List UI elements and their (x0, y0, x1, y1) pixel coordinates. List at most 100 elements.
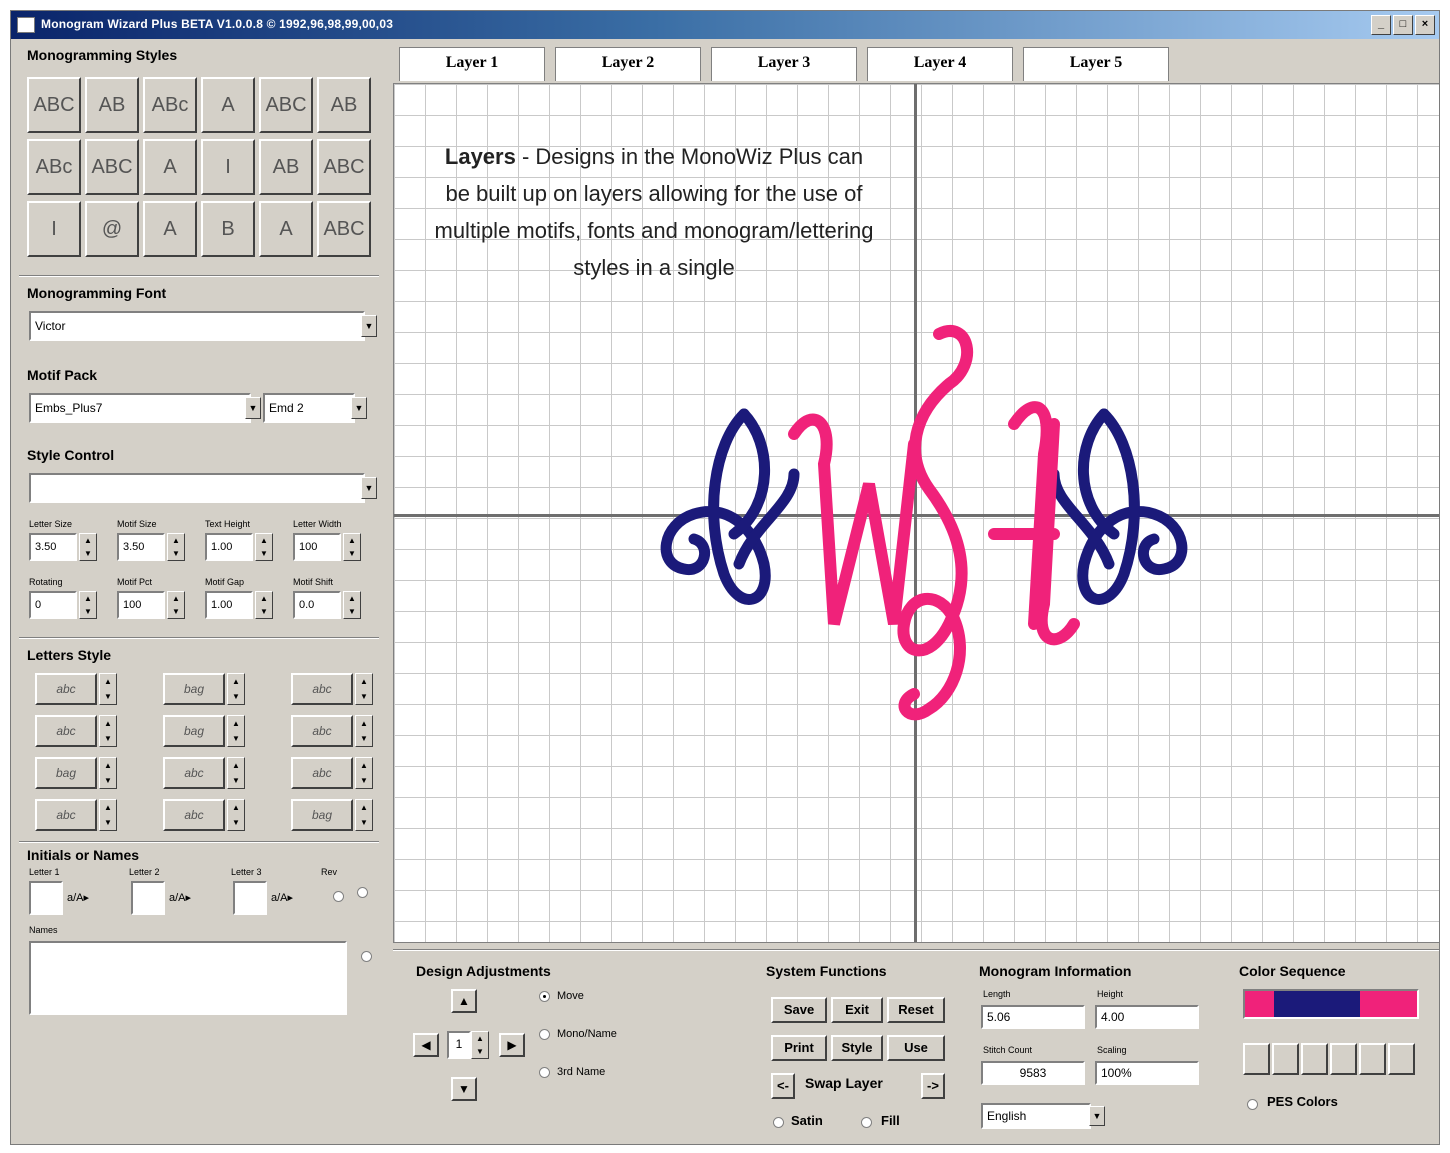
style-button-15[interactable]: A (143, 201, 197, 257)
param-input[interactable]: 3.50 (117, 533, 165, 561)
initial-1-case-toggle[interactable]: a/A▸ (67, 891, 89, 904)
length-field[interactable]: 5.06 (981, 1005, 1085, 1029)
letter-style-button[interactable]: bag (35, 757, 97, 789)
letter-style-spinner[interactable]: ▲ ▼ (99, 757, 117, 789)
design-canvas[interactable]: Layers - Designs in the MonoWiz Plus can… (393, 83, 1439, 943)
rev-radio[interactable] (333, 891, 344, 902)
letter-style-button[interactable]: bag (163, 715, 225, 747)
letter-style-button[interactable]: abc (291, 757, 353, 789)
style-button-7[interactable]: ABc (27, 139, 81, 195)
close-button[interactable]: × (1415, 15, 1435, 35)
color-swatch[interactable] (1331, 991, 1360, 1017)
param-spinner[interactable]: ▲ ▼ (167, 591, 185, 619)
letter-style-spinner[interactable]: ▲ ▼ (355, 715, 373, 747)
letter-style-button[interactable]: bag (163, 673, 225, 705)
initial-1-input[interactable] (29, 881, 63, 915)
style-button-9[interactable]: A (143, 139, 197, 195)
fill-radio[interactable] (861, 1117, 872, 1128)
style-button-4[interactable]: A (201, 77, 255, 133)
color-swatch[interactable] (1302, 991, 1331, 1017)
move-radio[interactable] (539, 991, 550, 1002)
style-control-arrow[interactable]: ▼ (361, 477, 377, 499)
pes-colors-radio[interactable] (1247, 1099, 1258, 1110)
reset-button[interactable]: Reset (887, 997, 945, 1023)
font-select[interactable]: Victor (29, 311, 365, 341)
initial-3-input[interactable] (233, 881, 267, 915)
letter-style-spinner[interactable]: ▲ ▼ (99, 799, 117, 831)
step-spinner[interactable]: ▲ ▼ (471, 1031, 489, 1059)
style-button-3[interactable]: ABc (143, 77, 197, 133)
names-radio[interactable] (361, 951, 372, 962)
letter-style-spinner[interactable]: ▲ ▼ (227, 673, 245, 705)
tab-layer-4[interactable]: Layer 4 (867, 47, 1013, 81)
param-input[interactable]: 3.50 (29, 533, 77, 561)
letter-style-spinner[interactable]: ▲ ▼ (355, 757, 373, 789)
style-button-11[interactable]: AB (259, 139, 313, 195)
param-input[interactable]: 0.0 (293, 591, 341, 619)
style-button[interactable]: Style (831, 1035, 883, 1061)
style-button-8[interactable]: ABC (85, 139, 139, 195)
move-left-button[interactable]: ◀ (413, 1033, 439, 1057)
print-button[interactable]: Print (771, 1035, 827, 1061)
param-input[interactable]: 100 (293, 533, 341, 561)
letter-style-button[interactable]: abc (291, 673, 353, 705)
param-spinner[interactable]: ▲ ▼ (343, 533, 361, 561)
letter-style-button[interactable]: abc (163, 799, 225, 831)
rev-radio-2[interactable] (357, 887, 368, 898)
exit-button[interactable]: Exit (831, 997, 883, 1023)
tab-layer-1[interactable]: Layer 1 (399, 47, 545, 81)
motif-number-arrow[interactable]: ▼ (351, 397, 367, 419)
style-button-18[interactable]: ABC (317, 201, 371, 257)
color-swatch[interactable] (1245, 991, 1274, 1017)
language-dropdown-arrow[interactable]: ▼ (1089, 1106, 1105, 1126)
style-button-13[interactable]: I (27, 201, 81, 257)
style-button-12[interactable]: ABC (317, 139, 371, 195)
letter-style-spinner[interactable]: ▲ ▼ (227, 757, 245, 789)
style-button-14[interactable]: @ (85, 201, 139, 257)
empty-color-slot[interactable] (1388, 1043, 1415, 1075)
move-right-button[interactable]: ▶ (499, 1033, 525, 1057)
minimize-button[interactable]: _ (1371, 15, 1391, 35)
move-down-button[interactable]: ▼ (451, 1077, 477, 1101)
move-up-button[interactable]: ▲ (451, 989, 477, 1013)
param-spinner[interactable]: ▲ ▼ (79, 533, 97, 561)
motif-pack-select[interactable]: Embs_Plus7 (29, 393, 251, 423)
empty-color-slot[interactable] (1243, 1043, 1270, 1075)
initial-3-case-toggle[interactable]: a/A▸ (271, 891, 293, 904)
param-input[interactable]: 100 (117, 591, 165, 619)
language-select[interactable]: English (981, 1103, 1091, 1129)
letter-style-spinner[interactable]: ▲ ▼ (355, 799, 373, 831)
height-field[interactable]: 4.00 (1095, 1005, 1199, 1029)
font-dropdown-arrow[interactable]: ▼ (361, 315, 377, 337)
param-input[interactable]: 0 (29, 591, 77, 619)
maximize-button[interactable]: □ (1393, 15, 1413, 35)
letter-style-spinner[interactable]: ▲ ▼ (99, 673, 117, 705)
empty-color-slot[interactable] (1330, 1043, 1357, 1075)
letter-style-spinner[interactable]: ▲ ▼ (227, 715, 245, 747)
third-name-radio[interactable] (539, 1067, 550, 1078)
param-spinner[interactable]: ▲ ▼ (255, 591, 273, 619)
save-button[interactable]: Save (771, 997, 827, 1023)
stitch-count-field[interactable]: 9583 (981, 1061, 1085, 1085)
style-control-select[interactable] (29, 473, 365, 503)
color-swatch[interactable] (1273, 991, 1303, 1017)
initial-2-input[interactable] (131, 881, 165, 915)
letter-style-spinner[interactable]: ▲ ▼ (355, 673, 373, 705)
swap-left-button[interactable]: <- (771, 1073, 795, 1099)
tab-layer-2[interactable]: Layer 2 (555, 47, 701, 81)
tab-layer-5[interactable]: Layer 5 (1023, 47, 1169, 81)
empty-color-slot[interactable] (1301, 1043, 1328, 1075)
names-textarea[interactable] (29, 941, 347, 1015)
param-spinner[interactable]: ▲ ▼ (343, 591, 361, 619)
scaling-field[interactable]: 100% (1095, 1061, 1199, 1085)
swap-right-button[interactable]: -> (921, 1073, 945, 1099)
motif-number-select[interactable]: Emd 2 (263, 393, 355, 423)
empty-color-slot[interactable] (1359, 1043, 1386, 1075)
letter-style-button[interactable]: abc (35, 673, 97, 705)
step-input[interactable]: 1 (447, 1031, 471, 1059)
param-spinner[interactable]: ▲ ▼ (79, 591, 97, 619)
style-button-16[interactable]: B (201, 201, 255, 257)
color-swatch[interactable] (1359, 991, 1389, 1017)
color-swatch[interactable] (1388, 991, 1417, 1017)
param-spinner[interactable]: ▲ ▼ (167, 533, 185, 561)
